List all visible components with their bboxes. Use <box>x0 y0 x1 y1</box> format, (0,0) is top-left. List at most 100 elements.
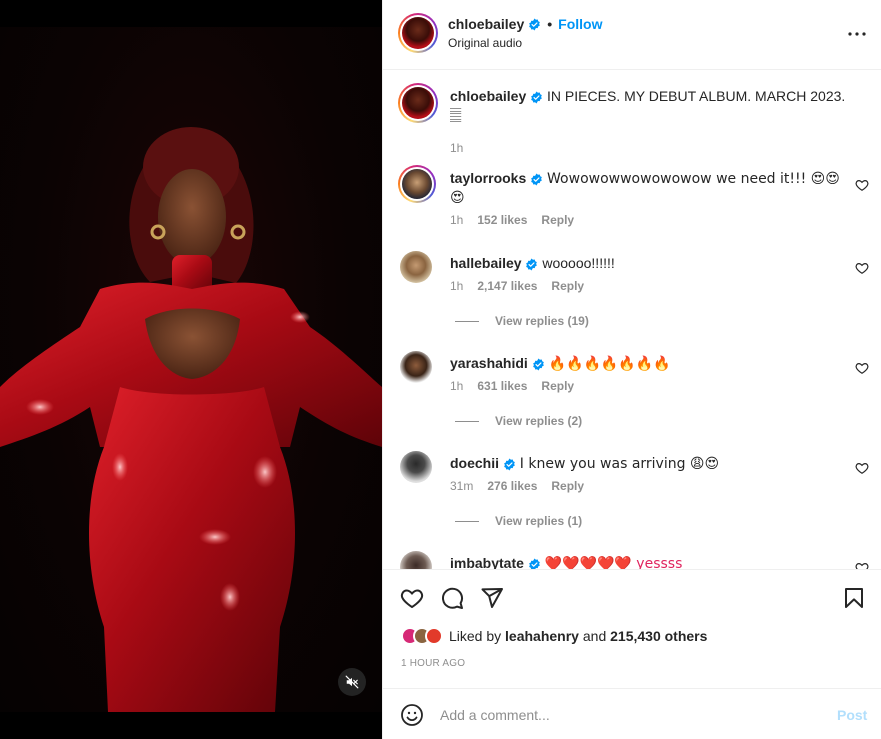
comment-avatar[interactable] <box>400 351 432 383</box>
comment-text: I knew you was arriving 😩😍 <box>519 456 720 472</box>
comment-meta: 1h 2,147 likes Reply <box>450 279 584 293</box>
likes-prefix: Liked by <box>449 628 502 644</box>
comment-like-heart-icon[interactable] <box>855 561 869 569</box>
comment-body: yarashahidi 🔥🔥🔥🔥🔥🔥🔥 <box>450 354 850 373</box>
share-icon <box>481 588 503 608</box>
comment-likes[interactable]: 152 likes <box>477 213 527 227</box>
comment-text: wooooo!!!!!! <box>542 255 615 271</box>
verified-icon <box>528 558 540 569</box>
liker-username[interactable]: leahahenry <box>505 628 579 644</box>
follow-button[interactable]: Follow <box>558 16 602 32</box>
post-media[interactable] <box>0 0 382 739</box>
heart-icon <box>400 589 424 609</box>
author-avatar[interactable] <box>398 13 438 53</box>
mute-icon <box>345 675 359 689</box>
comment-avatar[interactable] <box>400 451 432 483</box>
comment-item: hallebailey wooooo!!!!!! 1h 2,147 likes … <box>383 251 881 331</box>
comment-like-heart-icon[interactable] <box>855 178 869 192</box>
audio-label[interactable]: Original audio <box>448 36 522 50</box>
view-replies-button[interactable]: View replies (19) <box>455 314 589 328</box>
post-panel: chloebailey • Follow Original audio chlo… <box>382 0 881 739</box>
separator-dot: • <box>547 16 553 32</box>
view-replies-label: View replies (1) <box>495 514 583 528</box>
comment-likes[interactable]: 2,147 likes <box>477 279 537 293</box>
comment-like-heart-icon[interactable] <box>855 361 869 375</box>
comment-time[interactable]: 1h <box>450 379 463 393</box>
comment-username[interactable]: hallebailey <box>450 255 522 271</box>
reply-button[interactable]: Reply <box>541 213 574 227</box>
comment-body: taylorrooks Wowowowwowowowow we need it!… <box>450 169 850 207</box>
view-replies-button[interactable]: View replies (2) <box>455 414 582 428</box>
more-icon <box>848 32 866 36</box>
comment-text: 🔥🔥🔥🔥🔥🔥🔥 <box>548 356 671 372</box>
comment-item: doechii I knew you was arriving 😩😍 31m 2… <box>383 451 881 531</box>
reply-button[interactable]: Reply <box>541 379 574 393</box>
comment-body: doechii I knew you was arriving 😩😍 <box>450 454 850 473</box>
verified-icon <box>526 258 538 271</box>
comment-text: Wowowowwowowowow we need it!!! 😍😍 <box>547 171 840 187</box>
comment-meta: 31m 276 likes Reply <box>450 479 584 493</box>
likes-summary: Liked by leahahenry and 215,430 others <box>401 627 707 645</box>
liker-avatar[interactable] <box>425 627 443 645</box>
comment-composer: Post <box>383 688 881 739</box>
likes-count[interactable]: 215,430 others <box>610 628 707 644</box>
replies-divider <box>455 320 479 322</box>
comment-avatar[interactable] <box>400 551 432 569</box>
post-timestamp[interactable]: 1 HOUR AGO <box>401 658 465 669</box>
likes-text: Liked by leahahenry and 215,430 others <box>449 628 707 644</box>
like-button[interactable] <box>399 585 425 611</box>
comment-text: ❤️❤️❤️❤️❤️ yessss <box>544 556 683 569</box>
comment-like-heart-icon[interactable] <box>855 461 869 475</box>
video-frame[interactable] <box>0 27 382 712</box>
comment-avatar[interactable] <box>398 165 436 203</box>
comment-username[interactable]: yarashahidi <box>450 355 528 371</box>
post-modal: chloebailey • Follow Original audio chlo… <box>0 0 881 739</box>
more-options-button[interactable] <box>845 22 869 46</box>
caption-time[interactable]: 1h <box>450 141 463 155</box>
author-username[interactable]: chloebailey <box>448 16 524 32</box>
save-button[interactable] <box>841 585 867 611</box>
comment-button[interactable] <box>439 585 465 611</box>
action-bar: Liked by leahahenry and 215,430 others 1… <box>383 569 881 688</box>
verified-icon <box>504 458 515 471</box>
video-still <box>0 127 382 712</box>
comment-time[interactable]: 1h <box>450 213 463 227</box>
verified-icon <box>531 173 543 186</box>
caption: chloebailey IN PIECES. MY DEBUT ALBUM. M… <box>383 83 881 155</box>
comment-like-heart-icon[interactable] <box>855 261 869 275</box>
view-replies-label: View replies (19) <box>495 314 589 328</box>
emoji-icon[interactable] <box>400 703 424 727</box>
comment-username[interactable]: imbabytate <box>450 555 524 569</box>
comment-time[interactable]: 31m <box>450 479 473 493</box>
caption-meta: 1h <box>450 141 463 155</box>
likes-conj: and <box>582 628 607 644</box>
author-line: chloebailey • Follow <box>448 16 603 32</box>
comment-likes[interactable]: 276 likes <box>487 479 537 493</box>
caption-text: IN PIECES. MY DEBUT ALBUM. MARCH 2023. <box>547 88 846 104</box>
comment-likes[interactable]: 631 likes <box>477 379 527 393</box>
comment-username[interactable]: taylorrooks <box>450 170 526 186</box>
verified-icon <box>529 18 541 30</box>
post-header: chloebailey • Follow Original audio <box>383 0 881 70</box>
comment-avatar[interactable] <box>400 251 432 283</box>
caption-text-block: chloebailey IN PIECES. MY DEBUT ALBUM. M… <box>450 87 850 124</box>
comment-input[interactable] <box>440 703 820 727</box>
post-comment-button[interactable]: Post <box>837 707 867 723</box>
comment-item: yarashahidi 🔥🔥🔥🔥🔥🔥🔥 1h 631 likes Reply V… <box>383 351 881 431</box>
mute-button[interactable] <box>338 668 366 696</box>
comment-time[interactable]: 1h <box>450 279 463 293</box>
view-replies-button[interactable]: View replies (1) <box>455 514 582 528</box>
replies-divider <box>455 420 479 422</box>
comment-item: taylorrooks Wowowowwowowowow we need it!… <box>383 165 881 245</box>
reply-button[interactable]: Reply <box>551 479 584 493</box>
reply-button[interactable]: Reply <box>551 279 584 293</box>
caption-symbol: 𝄛 <box>450 107 462 123</box>
share-button[interactable] <box>479 585 505 611</box>
replies-divider <box>455 520 479 522</box>
comment-username[interactable]: doechii <box>450 455 499 471</box>
comments-list[interactable]: chloebailey IN PIECES. MY DEBUT ALBUM. M… <box>383 71 881 569</box>
comment-body: imbabytate ❤️❤️❤️❤️❤️ yessss <box>450 554 850 569</box>
comment-body: hallebailey wooooo!!!!!! <box>450 254 850 272</box>
caption-username[interactable]: chloebailey <box>450 88 526 104</box>
caption-avatar[interactable] <box>398 83 438 123</box>
